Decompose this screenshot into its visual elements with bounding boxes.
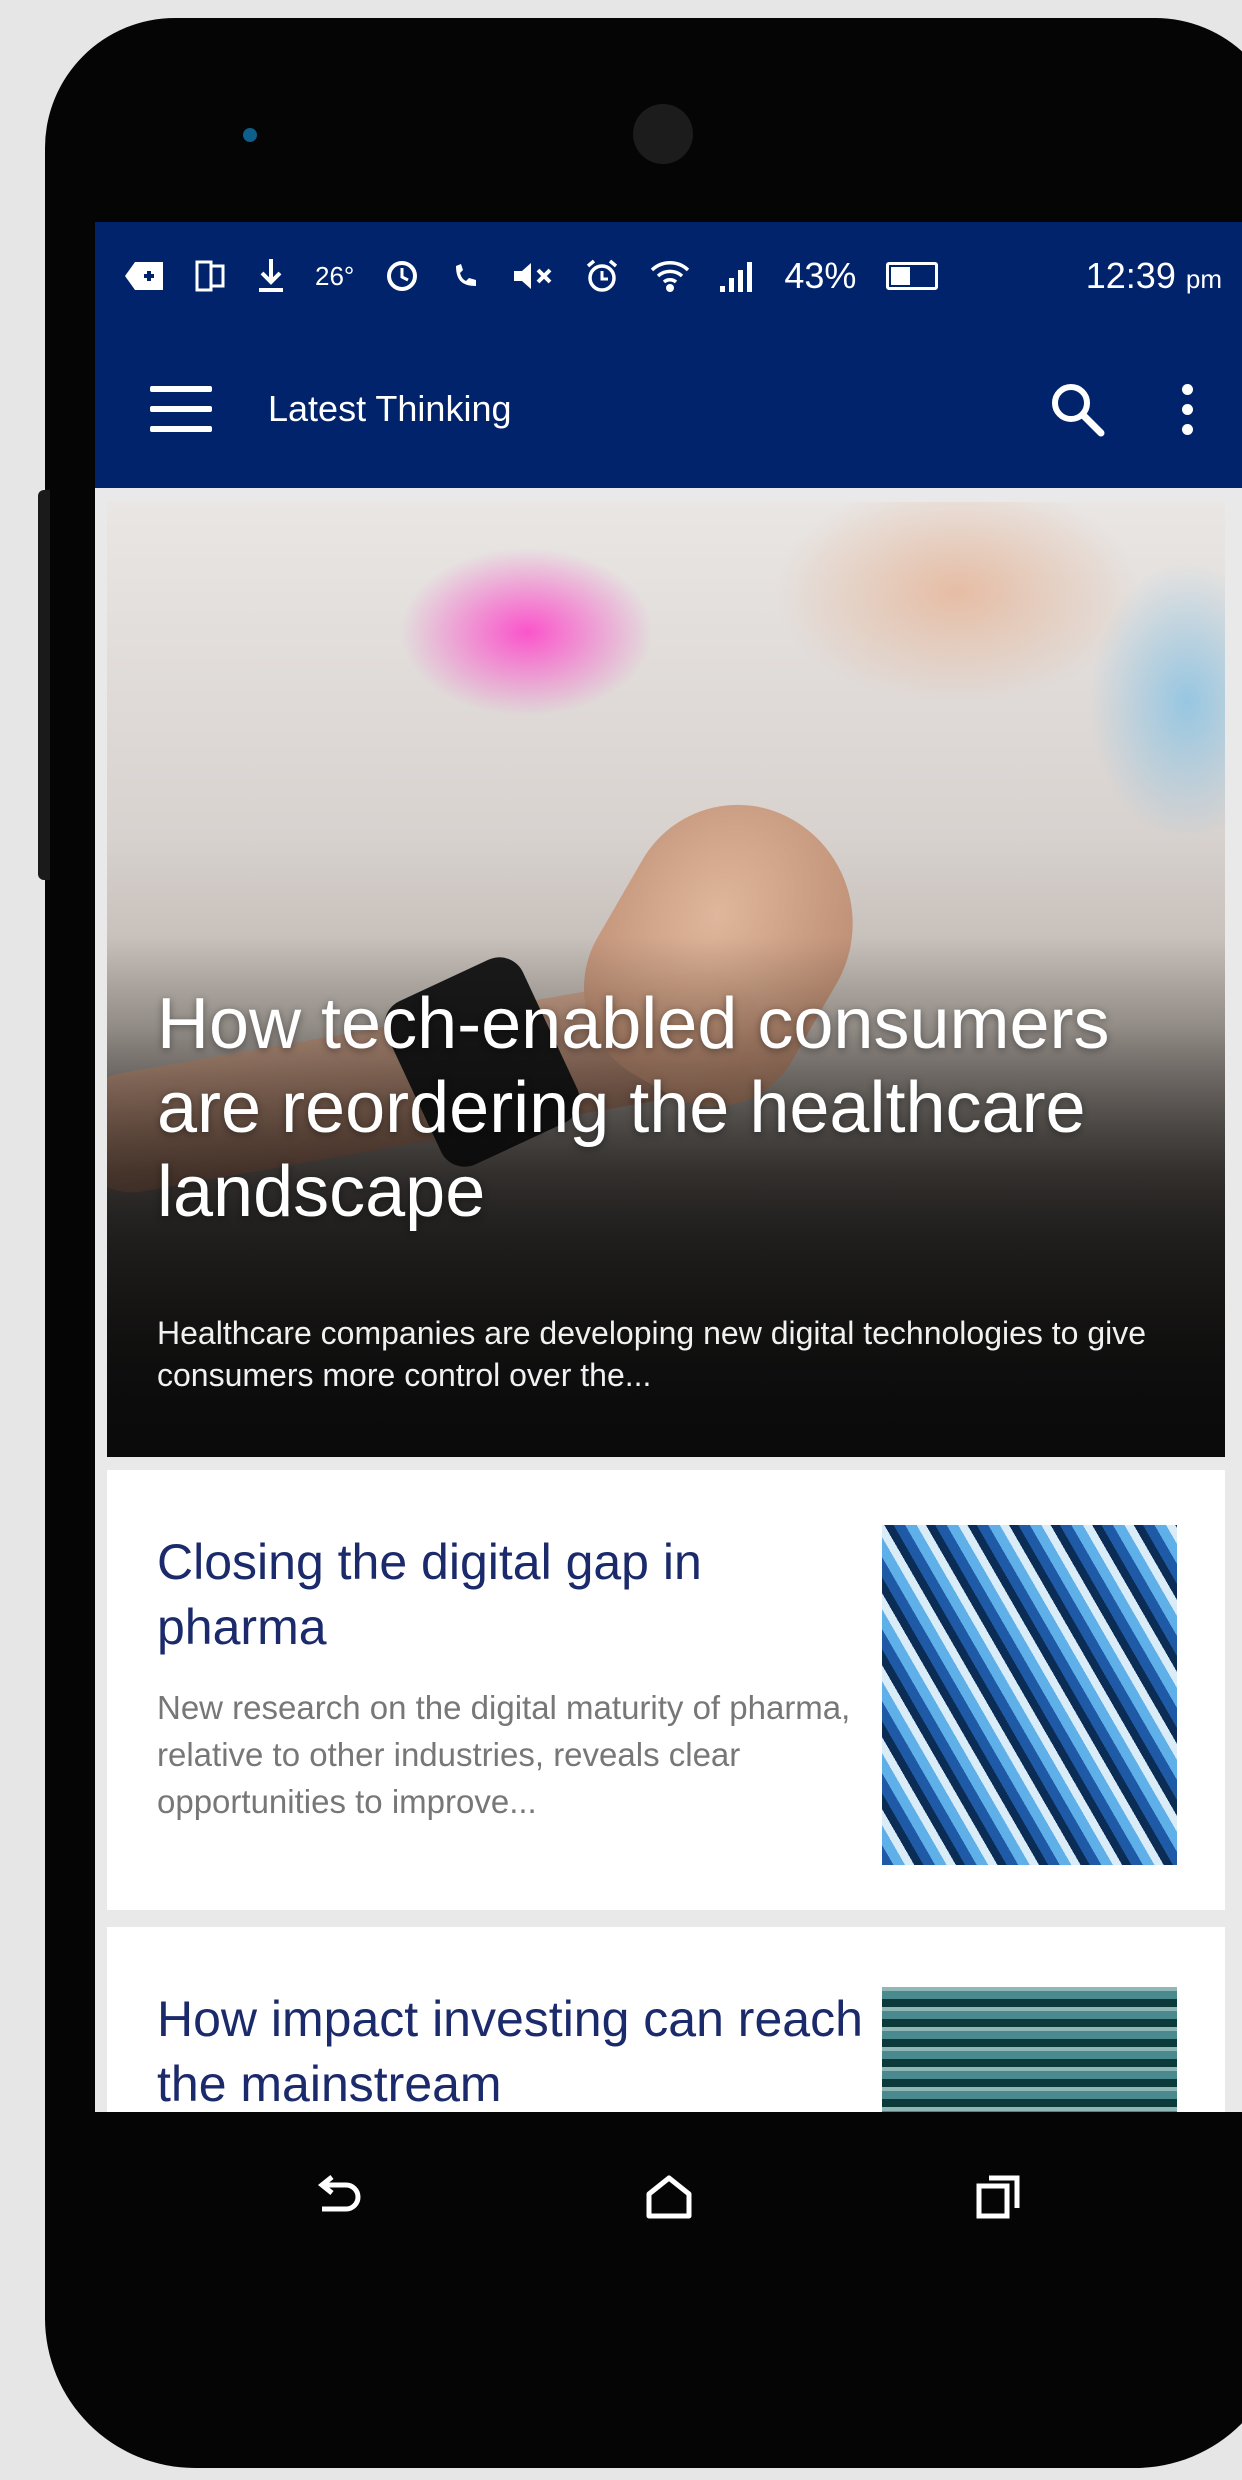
article-title: How impact investing can reach the mains… <box>157 1991 863 2112</box>
sync-icon <box>384 258 420 294</box>
notification-icon <box>125 262 165 290</box>
front-camera <box>243 128 257 142</box>
status-bar: 26° 43% 12:39 pm <box>95 222 1242 330</box>
article-card[interactable]: How impact investing can reach the mains… <box>107 1927 1225 2112</box>
home-icon[interactable] <box>629 2157 709 2237</box>
article-thumbnail <box>882 1525 1177 1865</box>
article-title: Closing the digital gap in pharma <box>157 1534 702 1655</box>
search-icon[interactable] <box>1037 369 1117 449</box>
article-summary: New research on the digital maturity of … <box>157 1689 851 1820</box>
download-icon <box>257 259 285 293</box>
app-bar: Latest Thinking <box>95 330 1242 488</box>
mute-icon <box>512 260 554 292</box>
recent-apps-icon[interactable] <box>958 2157 1038 2237</box>
featured-article-summary: Healthcare companies are developing new … <box>157 1315 1147 1394</box>
earpiece-speaker <box>633 104 693 164</box>
clock-time: 12:39 <box>1085 255 1176 296</box>
back-icon[interactable] <box>300 2157 380 2237</box>
weather-temperature: 26° <box>315 260 355 291</box>
more-options-dot <box>1181 403 1193 415</box>
menu-icon[interactable] <box>150 386 212 432</box>
article-card[interactable]: Closing the digital gap in pharma New re… <box>107 1470 1225 1910</box>
more-options-icon[interactable] <box>1157 369 1217 449</box>
phone-side-button <box>38 490 50 880</box>
featured-article-title: How tech-enabled consumers are reorderin… <box>157 984 1110 1233</box>
featured-article-card[interactable]: How tech-enabled consumers are reorderin… <box>107 502 1225 1457</box>
page-title: Latest Thinking <box>268 388 512 429</box>
screen: 26° 43% 12:39 pm Latest Thinking How tec… <box>95 222 1242 2112</box>
signal-icon <box>720 260 754 292</box>
more-options-dot <box>1181 383 1193 395</box>
missed-call-icon <box>450 260 482 292</box>
battery-percent: 43% <box>784 255 857 296</box>
menu-icon-line <box>150 406 212 412</box>
more-options-dot <box>1181 423 1193 435</box>
article-thumbnail <box>882 1987 1177 2112</box>
battery-icon <box>886 262 939 290</box>
alarm-icon <box>584 258 620 294</box>
clock-suffix: pm <box>1185 264 1222 294</box>
system-nav-bar <box>95 2112 1242 2282</box>
menu-icon-line <box>150 426 212 432</box>
wifi-icon <box>650 259 690 293</box>
clock: 12:39 pm <box>1086 255 1222 297</box>
menu-icon-line <box>150 386 212 392</box>
screen-mirror-icon <box>195 260 227 292</box>
